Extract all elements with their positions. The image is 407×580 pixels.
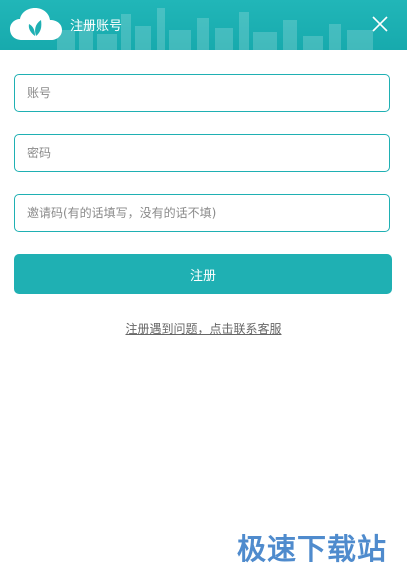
account-input[interactable]	[15, 75, 389, 111]
password-field	[14, 134, 390, 172]
invite-code-input[interactable]	[15, 195, 389, 231]
account-field	[14, 74, 390, 112]
cloud-leaf-icon	[10, 8, 62, 40]
invite-code-field	[14, 194, 390, 232]
contact-support-link[interactable]: 注册遇到问题，点击联系客服	[0, 320, 407, 337]
password-input[interactable]	[15, 135, 389, 171]
watermark-text: 极速下载站	[236, 532, 387, 566]
close-icon[interactable]	[369, 13, 391, 35]
register-button[interactable]: 注册	[14, 254, 392, 294]
window-title: 注册账号	[70, 19, 123, 34]
title-bar: 注册账号	[0, 0, 407, 50]
